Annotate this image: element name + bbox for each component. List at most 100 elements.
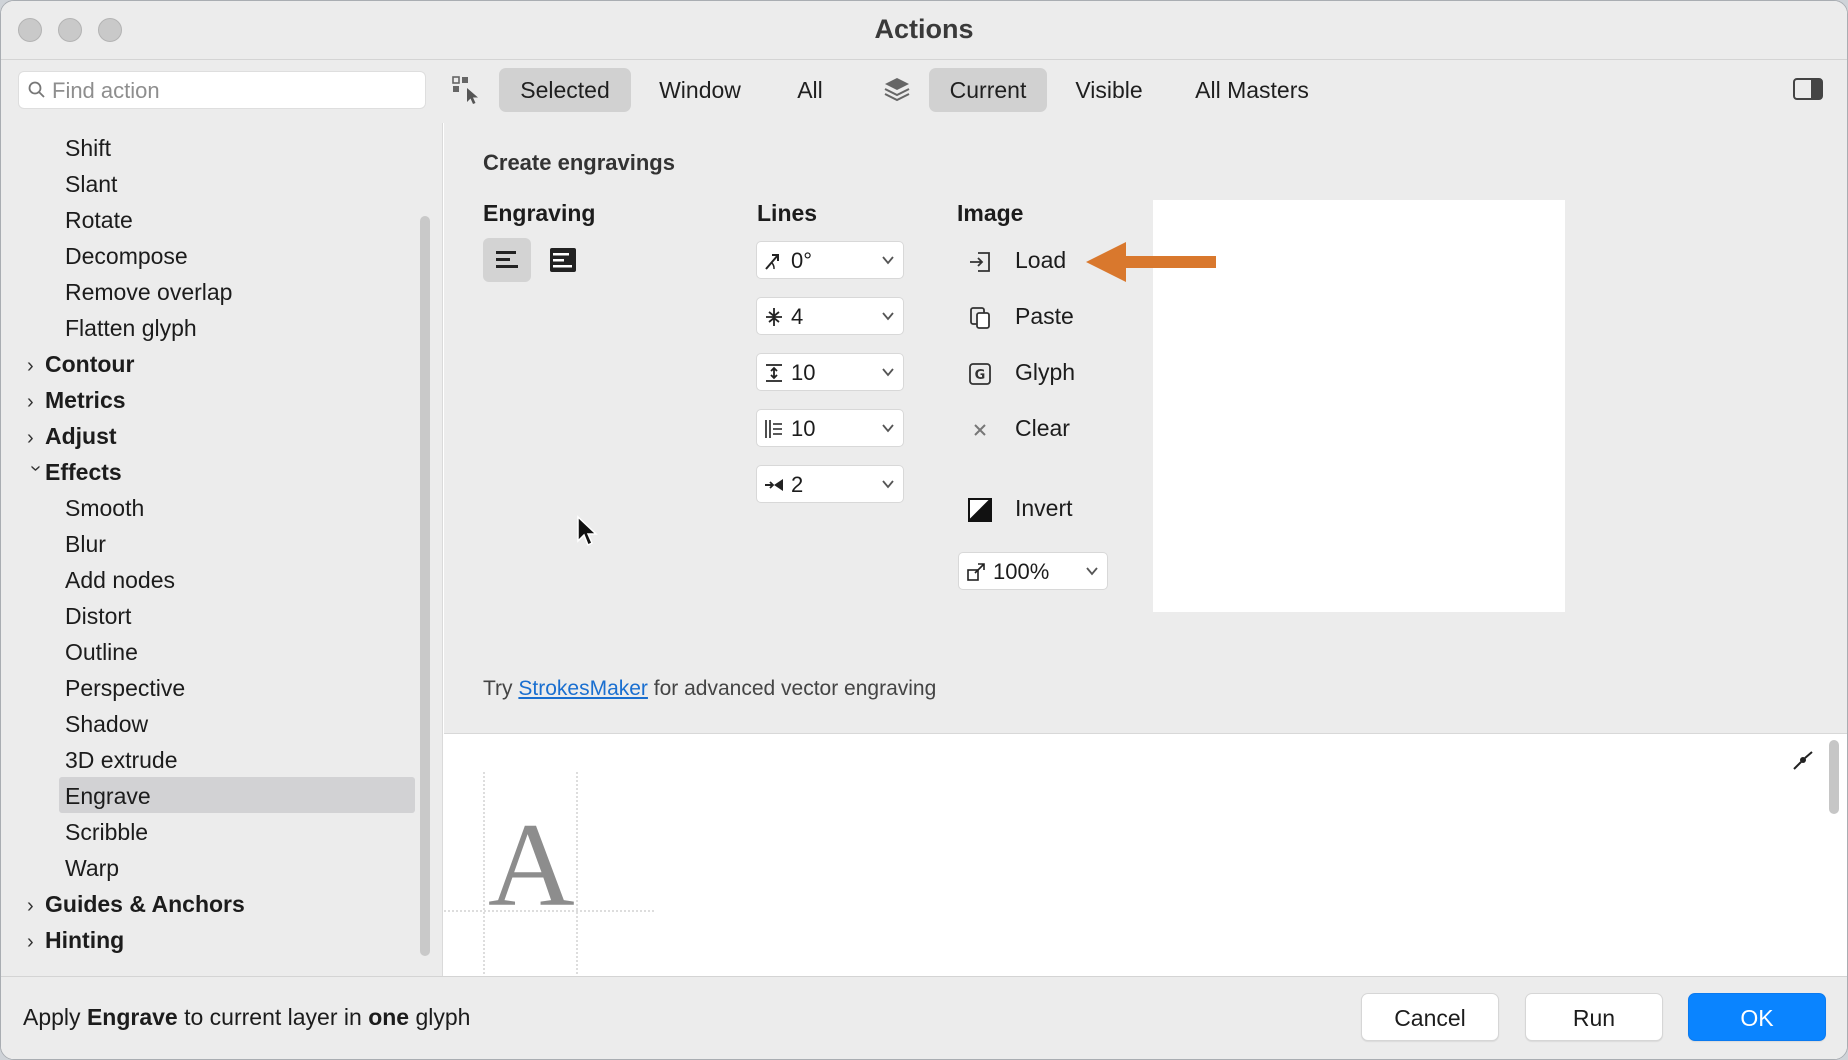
chevron-down-icon [882, 312, 894, 321]
sidebar-item-engrave[interactable]: Engrave [65, 778, 151, 814]
sidebar-item-scribble[interactable]: Scribble [65, 814, 148, 850]
sidebar-item-perspective[interactable]: Perspective [65, 670, 185, 706]
toolbar: Selected Window All Current Visible All … [1, 60, 1847, 123]
scale-value: 100% [993, 559, 1050, 584]
group-label: Guides & Anchors [45, 891, 245, 917]
line-spacing-dropdown[interactable]: 10 [756, 353, 904, 391]
image-scale-dropdown[interactable]: 100% [958, 552, 1108, 590]
engraving-mode-lines-button[interactable] [483, 238, 531, 282]
sidebar-item-decompose[interactable]: Decompose [65, 238, 188, 274]
search-input[interactable] [50, 75, 422, 107]
scale-icon [967, 563, 985, 581]
invert-label: Invert [1015, 495, 1073, 521]
preview-glyph: A [488, 798, 575, 931]
scope-all-tab[interactable]: All [771, 68, 849, 112]
line-angle-dropdown[interactable]: 0° [756, 241, 904, 279]
canvas-scrollbar[interactable] [1829, 740, 1839, 814]
sidebar-group-contour[interactable]: › Contour [27, 346, 134, 382]
group-label: Contour [45, 351, 135, 377]
sidebar-item-flatten-glyph[interactable]: Flatten glyph [65, 310, 197, 346]
strokesmaker-link[interactable]: StrokesMaker [518, 677, 648, 700]
sidebar-group-adjust[interactable]: › Adjust [27, 418, 117, 454]
line-taper-dropdown[interactable]: 2 [756, 465, 904, 503]
glyph-preview-canvas[interactable]: A [444, 734, 1847, 976]
svg-text:G: G [975, 368, 986, 383]
group-label: Effects [45, 459, 122, 485]
sidebar-item-remove-overlap[interactable]: Remove overlap [65, 274, 232, 310]
sidebar-toggle-icon[interactable] [1791, 74, 1825, 104]
group-label: Hinting [45, 927, 125, 953]
chevron-right-icon: › [27, 931, 34, 953]
scope-window-tab[interactable]: Window [643, 68, 757, 112]
status-count: one [368, 1004, 410, 1030]
load-label: Load [1015, 247, 1067, 273]
glyph-icon: G [969, 363, 991, 385]
status-part: glyph [415, 1004, 471, 1030]
angle-icon [765, 254, 779, 270]
sidebar-item-3d-extrude[interactable]: 3D extrude [65, 742, 178, 778]
sidebar-item-blur[interactable]: Blur [65, 526, 106, 562]
line-count-dropdown[interactable]: 4 [756, 297, 904, 335]
sidebar-group-hinting[interactable]: › Hinting [27, 922, 124, 958]
layer-all-masters-tab[interactable]: All Masters [1179, 68, 1325, 112]
ok-button[interactable]: OK [1688, 993, 1826, 1041]
chevron-down-icon [882, 256, 894, 265]
sidebar-item-distort[interactable]: Distort [65, 598, 131, 634]
window-title: Actions [874, 14, 974, 44]
image-heading: Image [957, 200, 1024, 226]
status-action: Engrave [86, 1004, 178, 1030]
sidebar-group-metrics[interactable]: › Metrics [27, 382, 126, 418]
line-taper-value: 2 [791, 472, 804, 497]
cancel-button[interactable]: Cancel [1361, 993, 1499, 1041]
line-angle-value: 0° [791, 248, 813, 273]
sidebar-item-warp[interactable]: Warp [65, 850, 119, 886]
sidebar-item-add-nodes[interactable]: Add nodes [65, 562, 175, 598]
sidebar-group-guides-anchors[interactable]: › Guides & Anchors [27, 886, 245, 922]
lines-heading: Lines [757, 200, 818, 226]
line-count-icon [766, 308, 782, 326]
taper-icon [765, 479, 783, 491]
invert-icon [968, 498, 992, 522]
glyph-label: Glyph [1015, 359, 1076, 385]
layers-icon[interactable] [879, 72, 915, 108]
chevron-right-icon: › [27, 427, 34, 449]
arrow-left-icon [1086, 242, 1216, 282]
run-button[interactable]: Run [1525, 993, 1663, 1041]
layer-current-tab[interactable]: Current [929, 68, 1047, 112]
mouse-cursor-icon [577, 515, 598, 547]
boxed-lines-icon [550, 248, 576, 272]
width-icon [765, 420, 782, 438]
sidebar-group-effects[interactable]: ›Effects [25, 454, 122, 490]
title-bar: Actions [1, 1, 1847, 60]
line-width-value: 10 [791, 416, 816, 441]
sidebar-item-rotate[interactable]: Rotate [65, 202, 133, 238]
chevron-right-icon: › [27, 391, 34, 413]
status-part: to current layer in [184, 1004, 362, 1030]
pen-tool-icon[interactable] [1791, 748, 1815, 772]
tip-text: for advanced vector engraving [653, 677, 937, 700]
load-icon [970, 252, 990, 272]
line-spacing-value: 10 [791, 360, 816, 385]
line-width-dropdown[interactable]: 10 [756, 409, 904, 447]
panel-title: Create engravings [483, 150, 675, 175]
sidebar-item-shadow[interactable]: Shadow [65, 706, 148, 742]
scope-selected-tab[interactable]: Selected [499, 68, 631, 112]
clear-label: Clear [1015, 415, 1070, 441]
sidebar-scrollbar[interactable] [420, 216, 430, 956]
layer-visible-tab[interactable]: Visible [1059, 68, 1159, 112]
paste-label: Paste [1015, 303, 1074, 329]
actions-window: Actions Selected Window All Current Visi… [0, 0, 1848, 1060]
sidebar-item-slant[interactable]: Slant [65, 166, 117, 202]
chevron-right-icon: › [27, 355, 34, 377]
strokesmaker-tip: Try StrokesMaker for advanced vector eng… [483, 677, 936, 701]
engrave-settings-panel: Create engravings Engraving Lines 0° 4 1… [444, 123, 1847, 734]
sidebar-item-shift[interactable]: Shift [65, 130, 111, 166]
status-part: Apply [23, 1004, 81, 1030]
sidebar-item-smooth[interactable]: Smooth [65, 490, 144, 526]
sidebar-item-outline[interactable]: Outline [65, 634, 138, 670]
footer-bar: Apply Engrave to current layer in one gl… [1, 976, 1847, 1059]
paste-icon [970, 307, 990, 329]
selection-scope-icon[interactable] [450, 72, 486, 108]
search-box[interactable] [18, 71, 426, 109]
engraving-mode-boxed-button[interactable] [539, 238, 587, 282]
